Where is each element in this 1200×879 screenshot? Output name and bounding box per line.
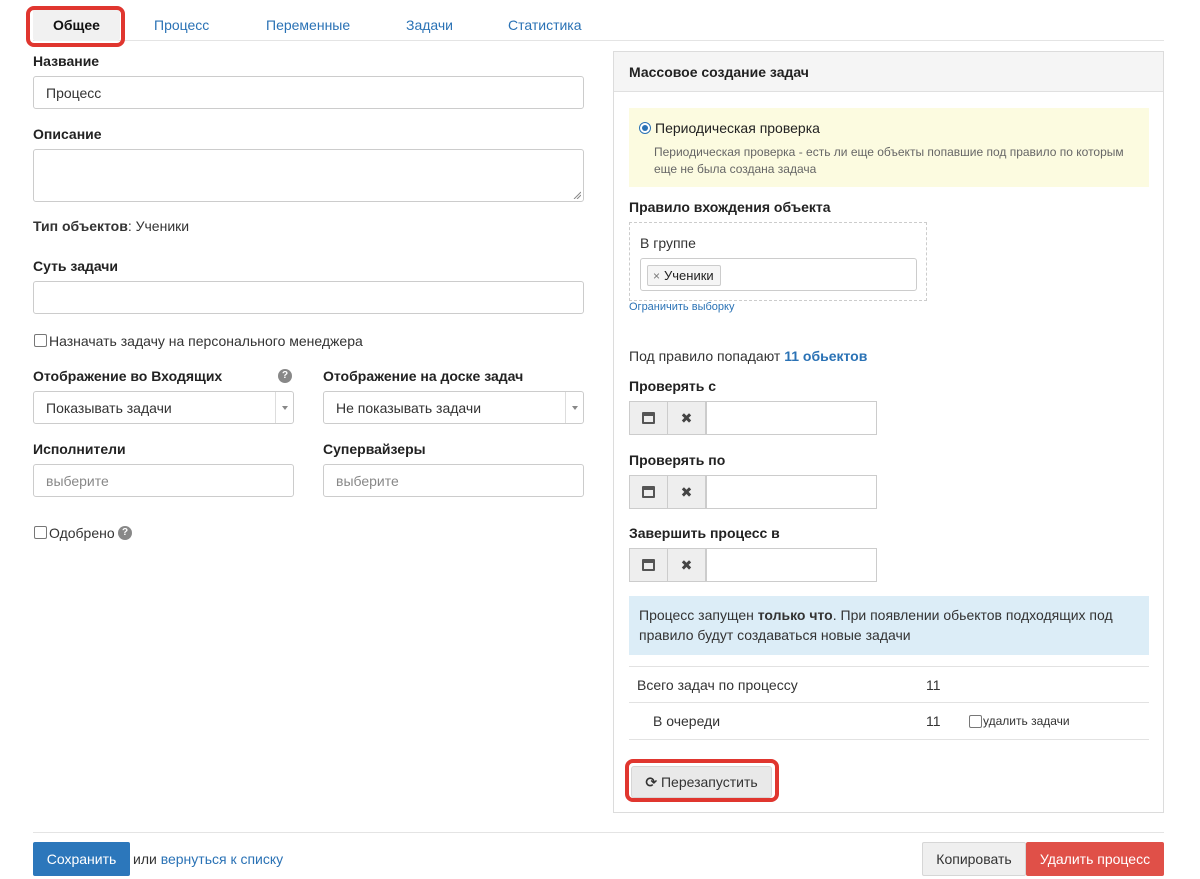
check-from-input[interactable] (706, 401, 877, 435)
resize-grip-icon[interactable] (573, 191, 581, 199)
matches-link[interactable]: 11 обьектов (784, 348, 867, 364)
calendar-button[interactable] (629, 475, 668, 509)
board-select-arrow (565, 392, 583, 423)
tab-process[interactable]: Процесс (154, 8, 209, 41)
clear-button[interactable]: ✖ (667, 401, 706, 435)
group-select[interactable]: × Ученики (640, 258, 917, 291)
close-icon: ✖ (680, 410, 693, 426)
queue-value: 11 (926, 713, 941, 729)
status-part1: Процесс запущен (639, 607, 758, 623)
help-icon[interactable]: ? (278, 369, 292, 383)
table-row: В очереди 11 удалить задачи (629, 702, 1149, 739)
approved-label: Одобрено (49, 525, 115, 541)
help-icon[interactable]: ? (118, 526, 132, 540)
back-to-list-link[interactable]: вернуться к списку (161, 851, 283, 867)
periodic-check-description-2: еще не была создана задача (654, 162, 817, 176)
group-tag: × Ученики (647, 265, 721, 286)
approved-checkbox[interactable] (34, 526, 47, 539)
board-display-label: Отображение на доске задач (323, 368, 524, 384)
matches-text: Под правило попадают 11 обьектов (629, 348, 867, 364)
periodic-check-radio[interactable] (639, 122, 651, 134)
delete-tasks-checkbox[interactable] (969, 715, 982, 728)
finish-input[interactable] (706, 548, 877, 582)
calendar-icon (642, 412, 655, 425)
board-display-select[interactable]: Не показывать задачи (323, 391, 584, 424)
object-type-value: Ученики (135, 218, 190, 234)
copy-button[interactable]: Копировать (922, 842, 1026, 876)
calendar-icon (642, 486, 655, 499)
supervisors-input[interactable]: выберите (323, 464, 584, 497)
assign-manager-checkbox[interactable] (34, 334, 47, 347)
total-tasks-label: Всего задач по процессу (637, 677, 798, 693)
inbox-display-label: Отображение во Входящих (33, 368, 223, 384)
matches-prefix: Под правило попадают (629, 348, 785, 364)
restart-label: Перезапустить (660, 774, 758, 790)
status-line2: правило будут создаваться новые задачи (639, 627, 911, 643)
board-display-value: Не показывать задачи (336, 400, 482, 416)
footer-links: или вернуться к списку (133, 851, 283, 867)
close-icon[interactable]: × (653, 269, 660, 283)
status-bold: только что (757, 607, 833, 623)
calendar-button[interactable] (629, 548, 668, 582)
periodic-check-label: Периодическая проверка (655, 120, 820, 136)
supervisors-label: Супервайзеры (323, 441, 426, 457)
status-alert: Процесс запущен только что. При появлени… (629, 596, 1149, 655)
group-tag-label: Ученики (664, 268, 714, 283)
task-essence-input[interactable] (33, 281, 584, 314)
name-label: Название (33, 53, 100, 69)
inbox-display-value: Показывать задачи (46, 400, 172, 416)
executors-input[interactable]: выберите (33, 464, 294, 497)
description-label: Описание (33, 126, 102, 142)
calendar-icon (642, 559, 655, 572)
inbox-display-select[interactable]: Показывать задачи (33, 391, 294, 424)
tab-tasks[interactable]: Задачи (406, 8, 453, 41)
description-textarea[interactable] (33, 149, 584, 202)
tab-statistics[interactable]: Статистика (508, 8, 582, 41)
periodic-check-box: Периодическая проверка Периодическая про… (629, 108, 1149, 187)
check-from-label: Проверять с (629, 378, 717, 394)
object-type-label: Тип объектов (33, 218, 128, 234)
clear-button[interactable]: ✖ (667, 548, 706, 582)
name-input[interactable]: Процесс (33, 76, 584, 109)
close-icon: ✖ (680, 557, 693, 573)
object-type-separator: : (127, 218, 132, 234)
restart-button[interactable]: ⟳ Перезапустить (631, 766, 772, 798)
periodic-check-description: Периодическая проверка - есть ли еще объ… (654, 145, 1124, 159)
object-type: Тип объектов: Ученики (33, 218, 189, 234)
tab-general[interactable]: Общее (33, 8, 120, 41)
clear-button[interactable]: ✖ (667, 475, 706, 509)
close-icon: ✖ (680, 484, 693, 500)
save-button[interactable]: Сохранить (33, 842, 130, 876)
table-row: Всего задач по процессу 11 (629, 666, 1149, 703)
total-tasks-value: 11 (926, 677, 941, 693)
in-group-label: В группе (640, 235, 696, 251)
or-text: или (133, 851, 157, 867)
footer-divider (33, 832, 1164, 833)
chevron-down-icon (282, 406, 288, 410)
tab-variables[interactable]: Переменные (266, 8, 350, 41)
delete-process-button[interactable]: Удалить процесс (1026, 842, 1164, 876)
check-to-input[interactable] (706, 475, 877, 509)
refresh-icon: ⟳ (645, 774, 658, 790)
check-to-label: Проверять по (629, 452, 726, 468)
finish-label: Завершить процесс в (629, 525, 780, 541)
tab-bar: Общее Процесс Переменные Задачи Статисти… (33, 8, 1164, 41)
table-divider (629, 739, 1149, 740)
panel-title: Массовое создание задач (614, 52, 1163, 92)
limit-selection-link[interactable]: Ограничить выборку (629, 301, 734, 313)
rule-box: В группе × Ученики (629, 222, 927, 301)
delete-tasks-label: удалить задачи (983, 714, 1070, 728)
mass-task-creation-panel: Массовое создание задач Периодическая пр… (613, 51, 1164, 813)
assign-manager-label: Назначать задачу на персонального менедж… (49, 333, 363, 349)
status-part2: . При появлении обьектов подходящих под (832, 607, 1113, 623)
chevron-down-icon (572, 406, 578, 410)
calendar-button[interactable] (629, 401, 668, 435)
executors-label: Исполнители (33, 441, 126, 457)
queue-label: В очереди (653, 713, 721, 729)
rule-label: Правило вхождения объекта (629, 199, 831, 215)
task-essence-label: Суть задачи (33, 258, 119, 274)
inbox-select-arrow (275, 392, 293, 423)
